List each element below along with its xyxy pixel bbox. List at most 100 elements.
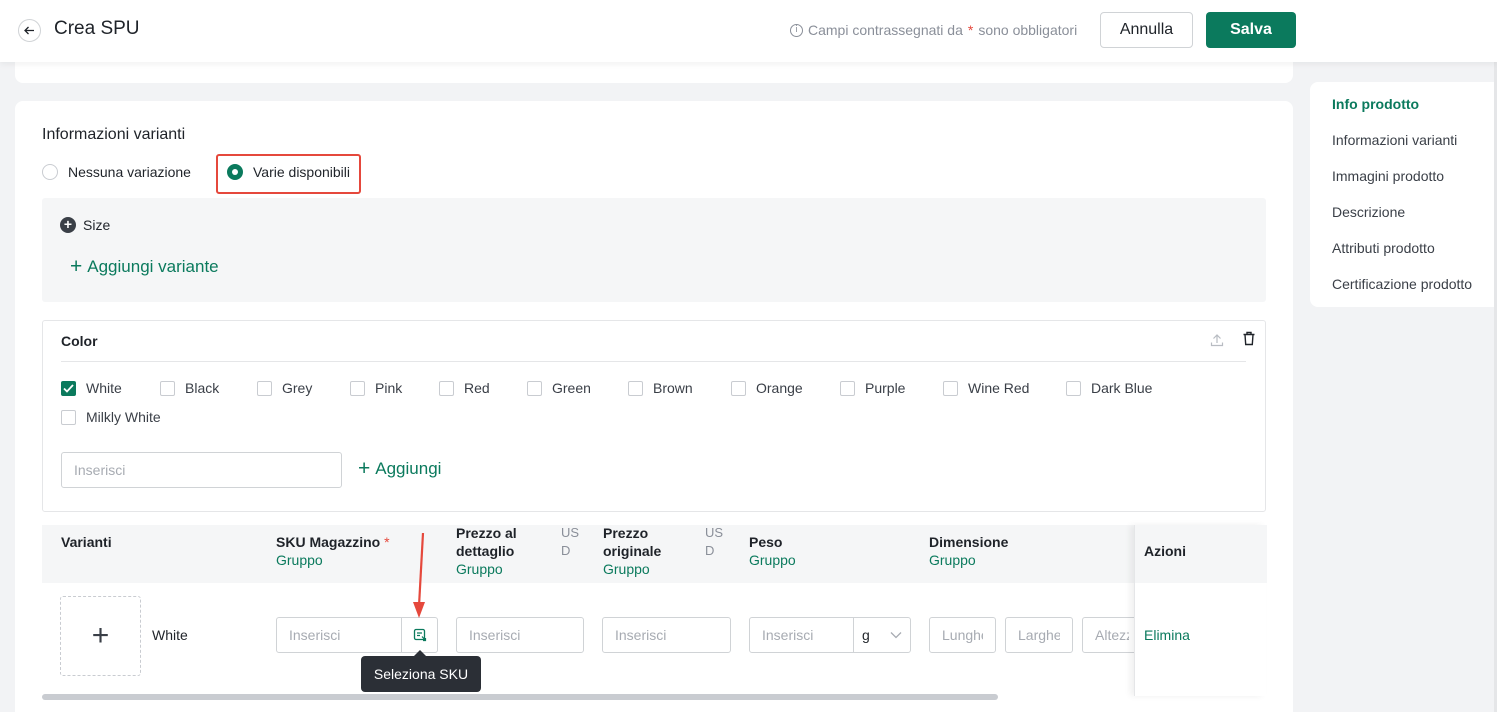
group-link[interactable]: Gruppo (603, 560, 661, 578)
back-button[interactable] (18, 19, 41, 42)
color-input[interactable] (61, 452, 342, 488)
checkbox[interactable] (257, 380, 272, 396)
length-input[interactable] (929, 617, 996, 653)
plus-icon: + (70, 255, 83, 278)
color-option[interactable]: Red (439, 380, 490, 396)
color-option[interactable]: White (61, 380, 122, 396)
column-original-label-1: Prezzo (603, 525, 649, 541)
delete-row-link[interactable]: Elimina (1144, 627, 1190, 643)
color-option[interactable]: Purple (840, 380, 905, 396)
horizontal-scrollbar[interactable] (42, 694, 998, 700)
arrow-left-icon (24, 26, 34, 35)
currency-line-1: US (561, 525, 580, 540)
retail-price-input[interactable] (456, 617, 584, 653)
color-option-label: Dark Blue (1091, 380, 1153, 396)
checkbox[interactable] (628, 380, 643, 396)
currency-line-2: D (705, 543, 715, 558)
select-sku-icon (413, 628, 426, 642)
currency-line-2: D (561, 543, 571, 558)
chevron-down-icon (890, 632, 902, 639)
checkbox[interactable] (350, 380, 365, 396)
color-option[interactable]: Milkly White (61, 409, 161, 425)
color-option[interactable]: Black (160, 380, 219, 396)
column-sku: SKU Magazzino * Gruppo (276, 533, 390, 569)
info-circle-icon: i (790, 23, 803, 37)
weight-unit-value: g (862, 627, 870, 643)
group-link[interactable]: Gruppo (749, 551, 796, 569)
add-variant-label: Aggiungi variante (87, 257, 219, 276)
side-navigation (1310, 82, 1497, 307)
color-option-label: Green (552, 380, 591, 396)
weight-unit-select[interactable]: g (853, 617, 911, 653)
color-option-label: Purple (865, 380, 906, 396)
color-option[interactable]: Brown (628, 380, 693, 396)
weight-input[interactable] (749, 617, 854, 653)
add-variant-button[interactable]: + Aggiungi variante (70, 255, 219, 278)
color-option-label: Black (185, 380, 220, 396)
top-bar: Crea SPU i Campi contrassegnati da * son… (0, 0, 1497, 62)
currency-line-1: US (705, 525, 724, 540)
variant-name: White (152, 627, 188, 643)
annotation-arrow (413, 532, 425, 618)
color-option-label: Brown (653, 380, 693, 396)
color-option-label: Orange (756, 380, 803, 396)
checkbox[interactable] (61, 409, 76, 425)
required-star: * (967, 22, 974, 38)
page-title: Crea SPU (54, 18, 140, 39)
color-option-label: Wine Red (968, 380, 1030, 396)
checkbox[interactable] (943, 380, 958, 396)
size-label: Size (83, 217, 111, 233)
sku-input[interactable] (276, 617, 402, 653)
radio-no-variation[interactable]: Nessuna variazione (42, 164, 191, 180)
side-nav-item[interactable]: Info prodotto (1332, 96, 1419, 112)
checkbox[interactable] (160, 380, 175, 396)
trash-icon[interactable] (1242, 331, 1256, 349)
column-actions: Azioni (1144, 543, 1186, 559)
upload-icon[interactable] (1210, 333, 1224, 350)
column-original-label-2: originale (603, 543, 662, 559)
group-link[interactable]: Gruppo (276, 551, 390, 569)
height-input[interactable] (1082, 617, 1142, 653)
side-nav-item[interactable]: Descrizione (1332, 204, 1405, 220)
add-color-button[interactable]: + Aggiungi (358, 457, 442, 480)
color-option[interactable]: Pink (350, 380, 402, 396)
radio-label: Nessuna variazione (68, 164, 191, 180)
checkbox-checked[interactable] (61, 380, 76, 396)
color-option[interactable]: Wine Red (943, 380, 1029, 396)
column-weight: Peso Gruppo (749, 533, 796, 569)
side-nav-item[interactable]: Immagini prodotto (1332, 168, 1444, 184)
plus-icon: + (358, 457, 371, 480)
color-option-label: White (86, 380, 122, 396)
group-link[interactable]: Gruppo (456, 560, 517, 578)
checkbox[interactable] (439, 380, 454, 396)
checkbox[interactable] (840, 380, 855, 396)
column-original-price: Prezzo originale Gruppo (603, 524, 661, 578)
color-option[interactable]: Green (527, 380, 591, 396)
color-option-label: Milkly White (86, 409, 161, 425)
cancel-button[interactable]: Annulla (1100, 12, 1193, 48)
color-option[interactable]: Grey (257, 380, 312, 396)
column-retail-label-2: dettaglio (456, 543, 515, 559)
save-button[interactable]: Salva (1206, 12, 1296, 48)
annotation-highlight-box (216, 154, 361, 194)
currency-unit: US D (705, 524, 723, 560)
checkbox[interactable] (1066, 380, 1081, 396)
side-nav-item[interactable]: Certificazione prodotto (1332, 276, 1472, 292)
side-nav-item[interactable]: Informazioni varianti (1332, 132, 1457, 148)
variant-options-panel (42, 198, 1266, 302)
add-color-label: Aggiungi (375, 459, 442, 478)
checkbox[interactable] (731, 380, 746, 396)
column-variants: Varianti (61, 534, 112, 550)
color-option[interactable]: Orange (731, 380, 803, 396)
color-option[interactable]: Dark Blue (1066, 380, 1152, 396)
group-link[interactable]: Gruppo (929, 551, 1008, 569)
select-sku-button[interactable] (401, 617, 438, 653)
color-option-label: Red (464, 380, 490, 396)
width-input[interactable] (1005, 617, 1073, 653)
variant-image-upload[interactable]: + (60, 596, 141, 676)
radio-button[interactable] (42, 164, 58, 180)
size-variant-toggle[interactable]: + Size (60, 217, 110, 233)
checkbox[interactable] (527, 380, 542, 396)
original-price-input[interactable] (602, 617, 731, 653)
side-nav-item[interactable]: Attributi prodotto (1332, 240, 1435, 256)
